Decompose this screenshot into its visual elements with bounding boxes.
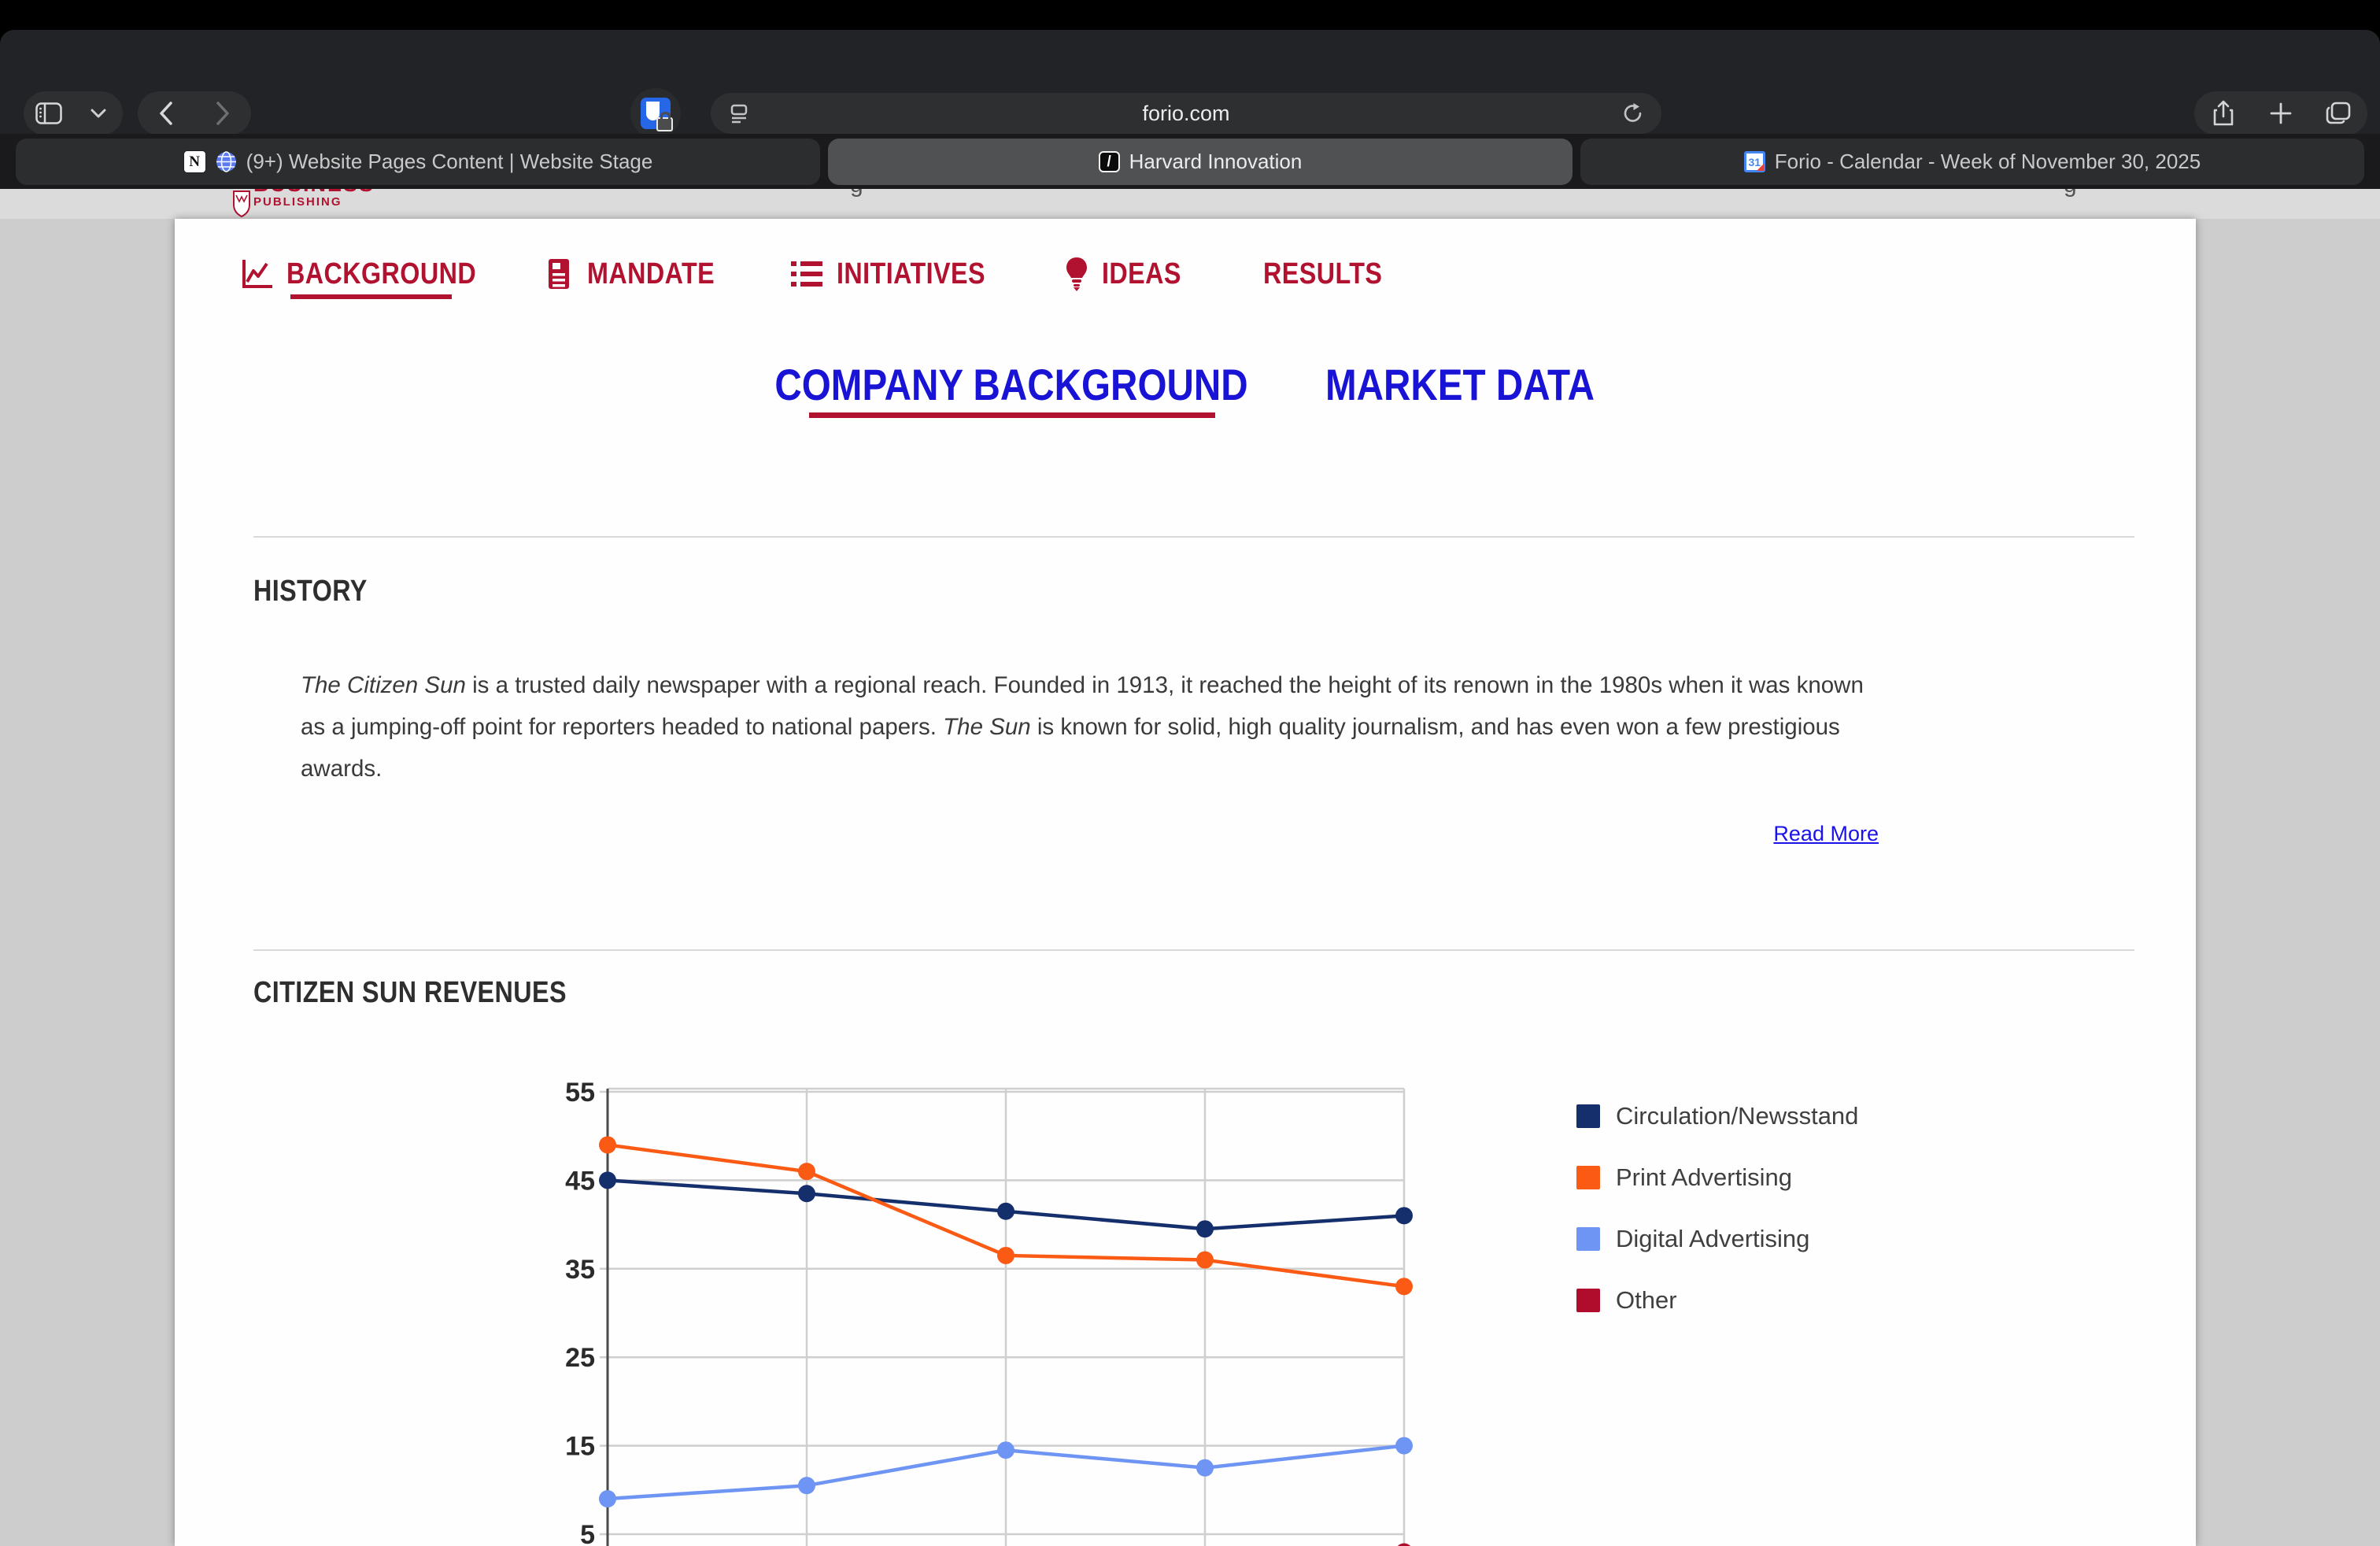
forward-button[interactable]: [201, 91, 245, 135]
legend-item: Circulation/Newsstand: [1561, 1104, 1858, 1129]
sidebar-toggle-group[interactable]: [24, 91, 123, 135]
list-icon: [789, 259, 824, 289]
nav-item-mandate[interactable]: MANDATE: [543, 257, 737, 291]
active-subtab-underline: [809, 412, 1215, 418]
hbp-shield-icon: [233, 190, 250, 217]
screen: forio.com N (9+) Website Pages Content |…: [0, 0, 2380, 1546]
tab-overview-icon[interactable]: [2316, 91, 2360, 135]
divider: [253, 949, 2134, 951]
chevron-down-icon[interactable]: [76, 91, 120, 135]
history-paragraph: The Citizen Sun is a trusted daily newsp…: [301, 664, 1890, 790]
legend-label: Circulation/Newsstand: [1616, 1102, 1858, 1130]
svg-text:45: 45: [565, 1166, 595, 1196]
svg-text:15: 15: [565, 1432, 595, 1462]
subtab-company-background[interactable]: COMPANY BACKGROUND: [774, 359, 1247, 410]
google-calendar-icon: 31: [1744, 151, 1765, 172]
divider: [253, 536, 2134, 538]
clipped-header-text: g: [2064, 189, 2077, 198]
logo-text-publishing: PUBLISHING: [253, 195, 342, 209]
nav-label: MANDATE: [587, 257, 715, 291]
legend-label: Other: [1616, 1286, 1677, 1315]
tab-forio-calendar[interactable]: 31 Forio - Calendar - Week of November 3…: [1580, 139, 2364, 185]
tab-title: Forio - Calendar - Week of November 30, …: [1775, 150, 2201, 174]
lightbulb-icon: [1064, 257, 1089, 291]
revenue-chart: 55 45 35 25 15 5: [551, 1071, 1417, 1546]
sidebar-icon[interactable]: [27, 91, 71, 135]
svg-text:5: 5: [580, 1520, 595, 1546]
legend-swatch: [1576, 1227, 1600, 1251]
line-chart-icon: [241, 258, 274, 290]
legend-item: Digital Advertising: [1561, 1226, 1858, 1252]
legend-label: Print Advertising: [1616, 1163, 1792, 1192]
share-icon[interactable]: [2201, 91, 2245, 135]
subtab-market-data[interactable]: MARKET DATA: [1325, 359, 1595, 410]
password-extension-button[interactable]: [630, 88, 681, 139]
tab-title: Harvard Innovation: [1129, 150, 1303, 174]
clipped-header-text: g: [850, 189, 863, 198]
legend-label: Digital Advertising: [1616, 1225, 1809, 1253]
tab-strip: N (9+) Website Pages Content | Website S…: [0, 134, 2380, 189]
window-actions-group: [2194, 91, 2367, 135]
page-content: BUSINESS PUBLISHING g g BACKGROUND MANDA…: [0, 189, 2380, 1546]
history-nav-group: [138, 91, 251, 135]
legend-swatch: [1576, 1289, 1600, 1312]
forio-slash-icon: /: [1099, 151, 1120, 172]
tab-title: (9+) Website Pages Content | Website Sta…: [246, 150, 653, 174]
notion-icon: N: [183, 150, 206, 173]
legend-swatch: [1576, 1104, 1600, 1128]
revenues-heading: CITIZEN SUN REVENUES: [253, 976, 567, 1010]
legend-item: Other: [1561, 1288, 1858, 1313]
tab-website-pages[interactable]: N (9+) Website Pages Content | Website S…: [16, 139, 820, 185]
nav-label: RESULTS: [1263, 257, 1382, 291]
nav-item-initiatives[interactable]: INITIATIVES: [789, 257, 1011, 291]
read-more-link[interactable]: Read More: [1773, 822, 1879, 846]
reload-icon[interactable]: [1611, 91, 1655, 135]
top-black-bar: [0, 0, 2380, 30]
url-text: forio.com: [711, 102, 1661, 126]
svg-text:55: 55: [565, 1078, 595, 1108]
globe-icon: [216, 151, 237, 172]
nav-label: IDEAS: [1102, 257, 1181, 291]
active-nav-underline: [290, 294, 452, 299]
svg-text:25: 25: [565, 1343, 595, 1373]
nav-label: BACKGROUND: [286, 257, 476, 291]
back-button[interactable]: [144, 91, 188, 135]
legend-swatch: [1576, 1166, 1600, 1189]
address-bar[interactable]: forio.com: [711, 93, 1661, 134]
tab-harvard-innovation[interactable]: / Harvard Innovation: [828, 139, 1572, 185]
new-tab-icon[interactable]: [2259, 91, 2303, 135]
legend-item: Print Advertising: [1561, 1165, 1858, 1190]
svg-text:35: 35: [565, 1255, 595, 1285]
chart-legend: Circulation/Newsstand Print Advertising …: [1561, 1104, 1858, 1349]
nav-label: INITIATIVES: [837, 257, 985, 291]
nav-item-background[interactable]: BACKGROUND: [241, 257, 510, 291]
nav-item-results[interactable]: RESULTS: [1263, 257, 1403, 291]
password-extension-icon: [641, 98, 671, 129]
document-icon: [543, 257, 575, 290]
nav-item-ideas[interactable]: IDEAS: [1064, 257, 1196, 291]
simulation-card: BACKGROUND MANDATE INITIATIVES IDEAS RES…: [175, 219, 2196, 1546]
browser-toolbar: forio.com: [0, 30, 2380, 134]
site-header-strip: BUSINESS PUBLISHING g g: [0, 189, 2380, 219]
history-heading: HISTORY: [253, 575, 368, 608]
